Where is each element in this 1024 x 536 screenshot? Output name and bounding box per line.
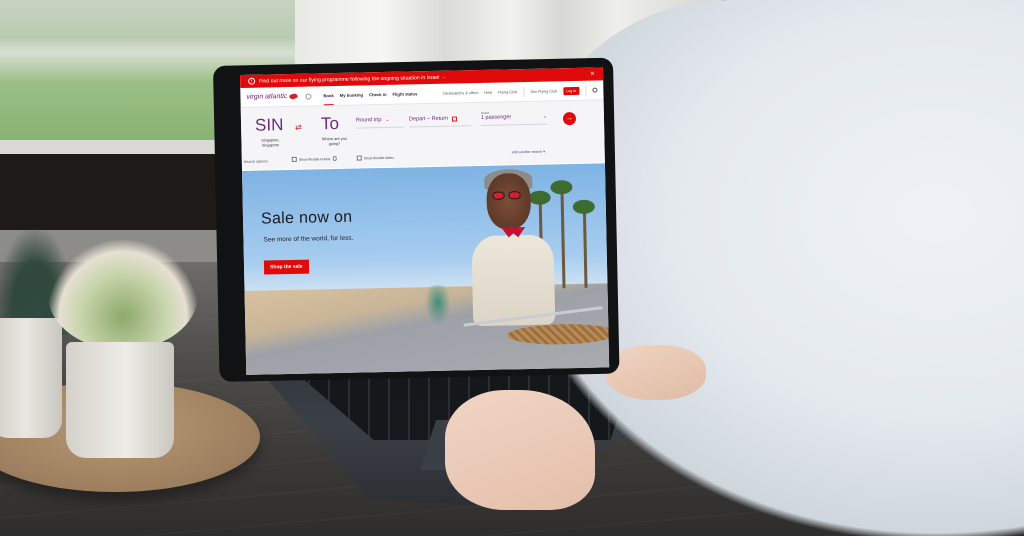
add-another-search-link[interactable]: Add another search ▾ xyxy=(512,150,545,155)
flexible-dates-checkbox[interactable]: Show flexible dates xyxy=(356,155,394,161)
search-options-label: Search options xyxy=(243,159,268,164)
nav-divider xyxy=(523,86,525,97)
flowering-plant xyxy=(48,240,198,350)
sunglasses xyxy=(492,191,523,200)
nav-item-my-booking[interactable]: My booking xyxy=(340,92,363,97)
nav-flying-club[interactable]: Flying Club xyxy=(498,90,517,94)
logo[interactable]: virgin atlantic xyxy=(246,92,298,101)
trip-type-select[interactable]: Round trip ⌄ xyxy=(355,116,405,129)
photo-scene: ! Find out more on our flying programme … xyxy=(0,0,1024,536)
dates-field[interactable]: Depart – Return xyxy=(408,115,472,128)
destination-hint: Where are you going? xyxy=(321,136,347,146)
passenger-select[interactable]: Guest 1 passenger ⌄ xyxy=(480,109,548,126)
nav-help[interactable]: Help xyxy=(484,90,492,94)
dates-value: Depart – Return xyxy=(408,115,449,123)
join-flying-club-link[interactable]: Join Flying Club xyxy=(530,89,557,94)
logo-text: virgin atlantic xyxy=(246,93,288,101)
chevron-down-icon: ⌄ xyxy=(385,116,390,123)
person-hand xyxy=(445,390,595,510)
language-icon[interactable] xyxy=(305,93,312,100)
flexible-tickets-checkbox[interactable]: Show flexible tickets xyxy=(291,156,337,162)
checkbox-label: Show flexible tickets xyxy=(298,156,331,162)
palm-tree xyxy=(582,207,588,288)
checkbox-icon[interactable] xyxy=(356,155,362,161)
palm-tree xyxy=(572,199,595,215)
info-circle-icon: ! xyxy=(248,77,256,85)
origin-code[interactable]: SIN xyxy=(255,115,284,136)
shop-the-sale-button[interactable]: Shop the sale xyxy=(263,259,309,275)
background-cyclist xyxy=(422,284,454,330)
checkbox-label: Show flexible dates xyxy=(363,155,394,160)
close-icon[interactable]: ✕ xyxy=(590,71,595,78)
plant-pot xyxy=(66,342,174,458)
palm-tree xyxy=(528,190,551,205)
calendar-icon xyxy=(452,115,458,122)
search-flights-button[interactable]: → xyxy=(562,111,577,126)
palm-tree xyxy=(560,188,566,289)
flight-search-panel: SIN Singapore, Singapore ⇄ To Where are … xyxy=(240,100,605,170)
hero-subtitle: See more of the world, for less. xyxy=(263,234,354,244)
nav-divider xyxy=(584,85,587,96)
trip-type-value: Round trip xyxy=(355,117,382,124)
nav-item-check-in[interactable]: Check in xyxy=(369,92,387,97)
origin-city: Singapore, Singapore xyxy=(261,138,280,148)
plant-pot xyxy=(0,318,62,438)
nav-item-book[interactable]: Book xyxy=(323,93,334,98)
hero-title: Sale now on xyxy=(260,208,353,228)
passenger-value: 1 passenger xyxy=(480,114,512,121)
info-icon[interactable] xyxy=(332,156,337,161)
window-frame xyxy=(0,154,240,234)
chevron-down-icon: ⌄ xyxy=(542,113,548,120)
destination-field[interactable]: To xyxy=(321,114,339,134)
login-button[interactable]: Log in xyxy=(563,86,580,95)
search-icon[interactable] xyxy=(591,87,598,93)
logo-flag-icon xyxy=(288,92,298,101)
hero-person xyxy=(471,234,556,327)
palm-tree xyxy=(550,180,573,195)
hero-person-head xyxy=(486,172,532,230)
hero-banner: Sale now on See more of the world, for l… xyxy=(242,163,610,375)
nav-destinations[interactable]: Destinations & offers xyxy=(443,91,478,96)
swap-icon[interactable]: ⇄ xyxy=(295,123,302,132)
nav-item-flight-status[interactable]: Flight status xyxy=(392,91,417,97)
person-hand xyxy=(606,345,706,400)
checkbox-icon[interactable] xyxy=(291,156,297,162)
laptop-screen: ! Find out more on our flying programme … xyxy=(240,67,610,375)
